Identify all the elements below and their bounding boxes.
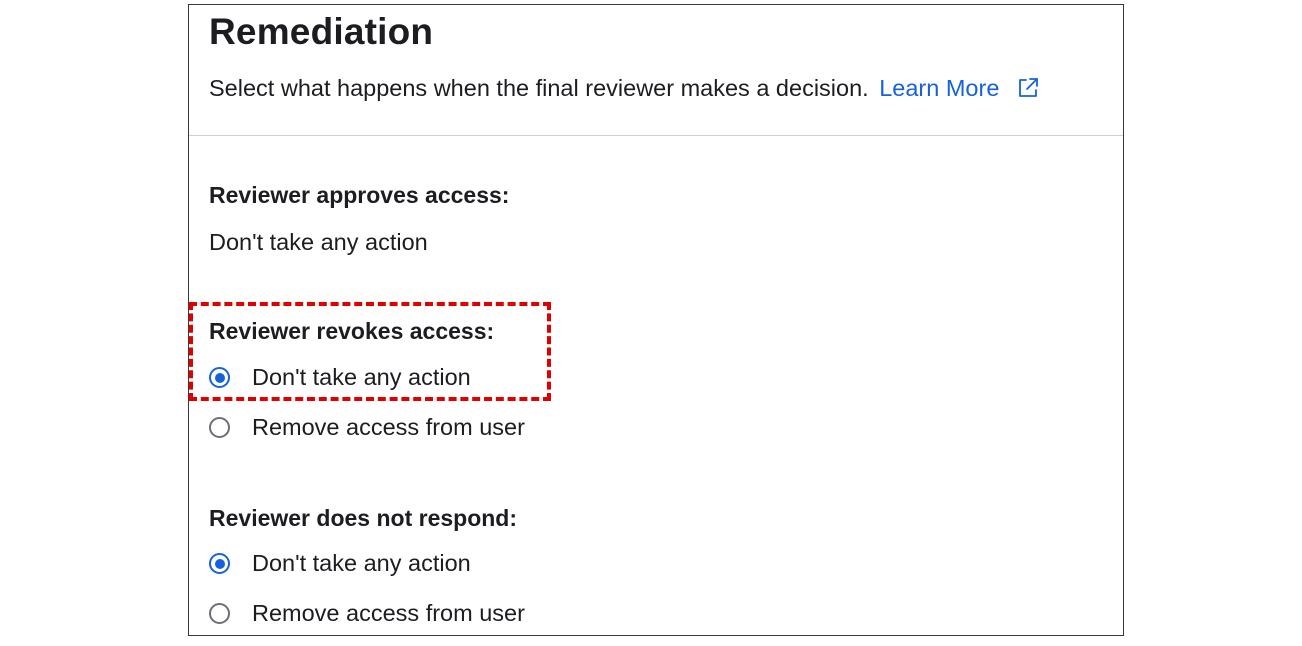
external-link-icon[interactable]	[1016, 76, 1040, 100]
approves-section-label: Reviewer approves access:	[209, 182, 510, 208]
learn-more-link[interactable]: Learn More	[879, 75, 999, 101]
page-title: Remediation	[209, 11, 434, 52]
description-text: Select what happens when the final revie…	[209, 75, 869, 101]
revokes-option-remove-access[interactable]: Remove access from user	[209, 414, 525, 441]
radio-selected[interactable]	[209, 553, 230, 574]
approves-value: Don't take any action	[209, 229, 428, 255]
option-label: Don't take any action	[252, 550, 471, 576]
revokes-section-label: Reviewer revokes access:	[209, 318, 495, 344]
radio-unselected[interactable]	[209, 417, 230, 438]
remediation-panel: Remediation Select what happens when the…	[188, 4, 1124, 636]
radio-unselected[interactable]	[209, 603, 230, 624]
option-label: Remove access from user	[252, 600, 525, 626]
option-label: Don't take any action	[252, 364, 471, 390]
option-label: Remove access from user	[252, 414, 525, 440]
radio-selected[interactable]	[209, 367, 230, 388]
description-row: Select what happens when the final revie…	[209, 75, 1040, 102]
no-response-option-remove-access[interactable]: Remove access from user	[209, 600, 525, 627]
revokes-option-no-action[interactable]: Don't take any action	[209, 364, 471, 391]
no-response-option-no-action[interactable]: Don't take any action	[209, 550, 471, 577]
divider	[189, 135, 1123, 136]
no-response-section-label: Reviewer does not respond:	[209, 505, 518, 531]
